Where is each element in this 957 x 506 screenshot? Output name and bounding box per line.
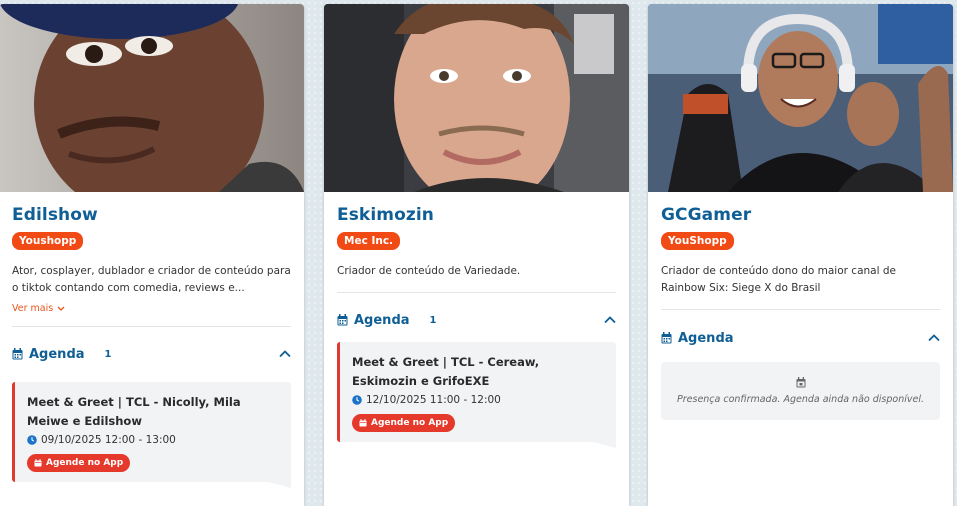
agenda-empty-state: Presença confirmada. Agenda ainda não di… bbox=[661, 362, 940, 420]
agenda-toggle[interactable]: Agenda 1 bbox=[12, 344, 291, 364]
empty-state-text: Presença confirmada. Agenda ainda não di… bbox=[677, 394, 924, 405]
calendar-icon bbox=[359, 419, 367, 427]
agenda-event: Meet & Greet | TCL - Cereaw, Eskimozin e… bbox=[337, 342, 616, 442]
button-label: Agende no App bbox=[46, 458, 124, 468]
clock-icon bbox=[27, 435, 37, 445]
chevron-down-icon bbox=[57, 306, 65, 312]
calendar-icon bbox=[661, 332, 672, 344]
event-time-text: 09/10/2025 12:00 - 13:00 bbox=[41, 434, 176, 446]
divider bbox=[337, 292, 616, 293]
chevron-up-icon[interactable] bbox=[604, 316, 616, 324]
ver-mais-link[interactable]: Ver mais bbox=[12, 303, 291, 314]
calendar-icon bbox=[12, 348, 23, 360]
agenda-label: Agenda bbox=[29, 346, 85, 362]
event-time: 12/10/2025 11:00 - 12:00 bbox=[352, 394, 605, 406]
company-badge: Mec Inc. bbox=[337, 232, 401, 250]
influencer-description: Ator, cosplayer, dublador e criador de c… bbox=[12, 265, 291, 294]
divider bbox=[661, 309, 940, 310]
agenda-toggle[interactable]: Agenda bbox=[661, 328, 940, 348]
profile-photo bbox=[324, 4, 629, 192]
agende-no-app-button[interactable]: Agende no App bbox=[352, 414, 456, 432]
agenda-count: 1 bbox=[104, 348, 112, 360]
event-title: Meet & Greet | TCL - Nicolly, Mila Meiwe… bbox=[27, 395, 241, 428]
event-time-text: 12/10/2025 11:00 - 12:00 bbox=[366, 394, 501, 406]
influencer-card-edilshow: Edilshow Youshopp Ator, cosplayer, dubla… bbox=[0, 4, 304, 506]
clock-icon bbox=[352, 395, 362, 405]
profile-photo bbox=[0, 4, 304, 192]
chevron-up-icon[interactable] bbox=[928, 334, 940, 342]
influencer-name: GCGamer bbox=[661, 205, 752, 225]
influencer-name: Edilshow bbox=[12, 205, 98, 225]
agenda-label: Agenda bbox=[354, 312, 410, 328]
divider bbox=[12, 326, 291, 327]
agende-no-app-button[interactable]: Agende no App bbox=[27, 454, 131, 472]
influencer-card-eskimozin: Eskimozin Mec Inc. Criador de conteúdo d… bbox=[324, 4, 629, 506]
agenda-label: Agenda bbox=[678, 330, 734, 346]
influencer-description: Criador de conteúdo de Variedade. bbox=[337, 265, 521, 277]
event-time: 09/10/2025 12:00 - 13:00 bbox=[27, 434, 280, 446]
influencer-card-gcgamer: GCGamer YouShopp Criador de conteúdo don… bbox=[648, 4, 953, 506]
company-badge: Youshopp bbox=[12, 232, 84, 250]
event-title: Meet & Greet | TCL - Cereaw, Eskimozin e… bbox=[352, 355, 540, 388]
ver-mais-label: Ver mais bbox=[12, 303, 54, 314]
agenda-event: Meet & Greet | TCL - Nicolly, Mila Meiwe… bbox=[12, 382, 291, 482]
calendar-icon bbox=[34, 459, 42, 467]
agenda-toggle[interactable]: Agenda 1 bbox=[337, 310, 616, 330]
calendar-icon bbox=[796, 377, 806, 388]
calendar-icon bbox=[337, 314, 348, 326]
chevron-up-icon[interactable] bbox=[279, 350, 291, 358]
profile-photo bbox=[648, 4, 953, 192]
button-label: Agende no App bbox=[371, 418, 449, 428]
company-badge: YouShopp bbox=[661, 232, 734, 250]
influencer-name: Eskimozin bbox=[337, 205, 434, 225]
influencer-description: Criador de conteúdo dono do maior canal … bbox=[661, 265, 896, 294]
agenda-count: 1 bbox=[429, 314, 437, 326]
